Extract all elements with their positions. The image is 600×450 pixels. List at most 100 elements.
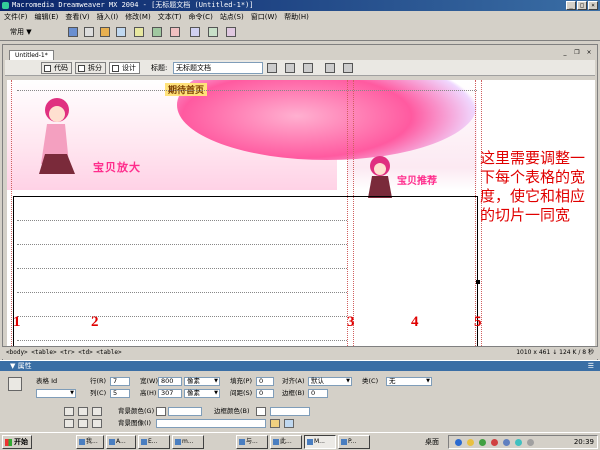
- volume-icon[interactable]: [503, 439, 510, 446]
- selected-table[interactable]: [13, 196, 478, 348]
- table-icon[interactable]: [116, 27, 126, 37]
- design-view-button[interactable]: 设计: [109, 62, 140, 74]
- comment-icon[interactable]: [208, 27, 218, 37]
- clear-widths-icon[interactable]: [78, 407, 88, 416]
- clear-row-heights-icon[interactable]: [92, 419, 102, 428]
- border-input[interactable]: 0: [308, 389, 328, 398]
- menu-site[interactable]: 站点(S): [220, 11, 244, 23]
- menu-commands[interactable]: 命令(C): [188, 11, 212, 23]
- anchor-icon[interactable]: [100, 27, 110, 37]
- hyperlink-icon[interactable]: [68, 27, 78, 37]
- date-icon[interactable]: [190, 27, 200, 37]
- column-number-1: 1: [13, 314, 21, 330]
- point-to-file-icon[interactable]: [284, 419, 294, 428]
- close-button[interactable]: ×: [588, 1, 598, 10]
- align-select[interactable]: 默认: [308, 377, 352, 386]
- media-icon[interactable]: [170, 27, 180, 37]
- preview-icon[interactable]: [285, 63, 295, 73]
- spacing-label: 间距(S): [230, 389, 253, 397]
- input-method-icon[interactable]: [515, 439, 522, 446]
- desktop-toolbar[interactable]: 桌面: [425, 436, 439, 448]
- width-unit-select[interactable]: 像素: [184, 377, 220, 386]
- start-button[interactable]: 开始: [2, 435, 32, 449]
- security-icon[interactable]: [467, 439, 474, 446]
- email-icon[interactable]: [84, 27, 94, 37]
- convert-percent-icon[interactable]: [64, 419, 74, 428]
- printer-icon[interactable]: [527, 439, 534, 446]
- class-label: 类(C): [362, 377, 379, 385]
- document-tab[interactable]: Untitled-1*: [9, 50, 54, 60]
- clock: 20:39: [573, 438, 594, 446]
- bordercolor-swatch[interactable]: [256, 407, 266, 416]
- class-select[interactable]: 无: [386, 377, 432, 386]
- padding-input[interactable]: 0: [256, 377, 274, 386]
- taskbar-item[interactable]: 与...: [236, 435, 268, 449]
- row-guide: [17, 220, 347, 221]
- maximize-button[interactable]: □: [577, 1, 587, 10]
- height-unit-select[interactable]: 像素: [184, 389, 220, 398]
- bgimage-input[interactable]: [156, 419, 266, 428]
- taskbar-item-label: m...: [182, 438, 194, 445]
- align-label: 对齐(A): [282, 377, 305, 385]
- bgcolor-swatch[interactable]: [156, 407, 166, 416]
- layer-icon[interactable]: [134, 27, 144, 37]
- code-label: 代码: [54, 64, 68, 72]
- template-icon[interactable]: [226, 27, 236, 37]
- menu-edit[interactable]: 编辑(E): [35, 11, 59, 23]
- code-view-button[interactable]: 代码: [41, 62, 72, 74]
- bgcolor-input[interactable]: [168, 407, 202, 416]
- taskbar-item-label: A...: [116, 438, 126, 445]
- taskbar-item[interactable]: 此...: [270, 435, 302, 449]
- minimize-button[interactable]: _: [566, 1, 576, 10]
- bordercolor-input[interactable]: [270, 407, 310, 416]
- browse-folder-icon[interactable]: [270, 419, 280, 428]
- width-input[interactable]: 800: [158, 377, 182, 386]
- antivirus-icon[interactable]: [479, 439, 486, 446]
- network-icon[interactable]: [455, 439, 462, 446]
- refresh-icon[interactable]: [325, 63, 335, 73]
- doc-restore-button[interactable]: ❐: [573, 49, 581, 57]
- table-id-field[interactable]: [36, 389, 76, 398]
- table-resize-handle[interactable]: [476, 280, 480, 284]
- tag-selector[interactable]: <body> <table> <tr> <td> <table>: [6, 347, 122, 359]
- taskbar-item-active[interactable]: M...: [304, 435, 336, 449]
- taskbar-item[interactable]: A...: [106, 435, 136, 449]
- app-icon: [141, 439, 147, 445]
- doc-minimize-button[interactable]: _: [561, 49, 569, 57]
- menu-text[interactable]: 文本(T): [158, 11, 182, 23]
- split-view-button[interactable]: 拆分: [75, 62, 106, 74]
- app-icon: [239, 439, 245, 445]
- taskbar-item[interactable]: m...: [172, 435, 204, 449]
- menu-help[interactable]: 帮助(H): [284, 11, 309, 23]
- debug-icon[interactable]: [303, 63, 313, 73]
- clear-heights-icon[interactable]: [64, 407, 74, 416]
- menu-view[interactable]: 查看(V): [65, 11, 89, 23]
- menu-modify[interactable]: 修改(M): [125, 11, 151, 23]
- taskbar-item[interactable]: 我...: [76, 435, 104, 449]
- spacing-input[interactable]: 0: [256, 389, 274, 398]
- messenger-icon[interactable]: [491, 439, 498, 446]
- menu-file[interactable]: 文件(F): [4, 11, 28, 23]
- taskbar-item[interactable]: P...: [338, 435, 370, 449]
- title-input[interactable]: 无标题文档: [173, 62, 263, 74]
- property-title: ▼ 属性: [10, 362, 32, 370]
- property-inspector-header[interactable]: ▼ 属性 ☰: [0, 361, 600, 371]
- window-title: Macromedia Dreamweaver MX 2004 - [无标题文档 …: [12, 1, 254, 9]
- doc-close-button[interactable]: ×: [585, 49, 593, 57]
- options-menu-icon[interactable]: ☰: [588, 361, 594, 371]
- taskbar-item[interactable]: E...: [138, 435, 170, 449]
- menu-insert[interactable]: 插入(I): [97, 11, 119, 23]
- image-icon[interactable]: [152, 27, 162, 37]
- cols-input[interactable]: 5: [110, 389, 130, 398]
- menu-window[interactable]: 窗口(W): [251, 11, 277, 23]
- view-options-icon[interactable]: [343, 63, 353, 73]
- height-input[interactable]: 307: [158, 389, 182, 398]
- clear-column-widths-icon[interactable]: [78, 419, 88, 428]
- column-number-5: 5: [474, 314, 482, 330]
- convert-pixels-icon[interactable]: [92, 407, 102, 416]
- category-dropdown[interactable]: 常用 ▼: [6, 26, 36, 38]
- file-management-icon[interactable]: [267, 63, 277, 73]
- rows-input[interactable]: 7: [110, 377, 130, 386]
- row-guide: [17, 268, 347, 269]
- row-guide: [17, 340, 347, 341]
